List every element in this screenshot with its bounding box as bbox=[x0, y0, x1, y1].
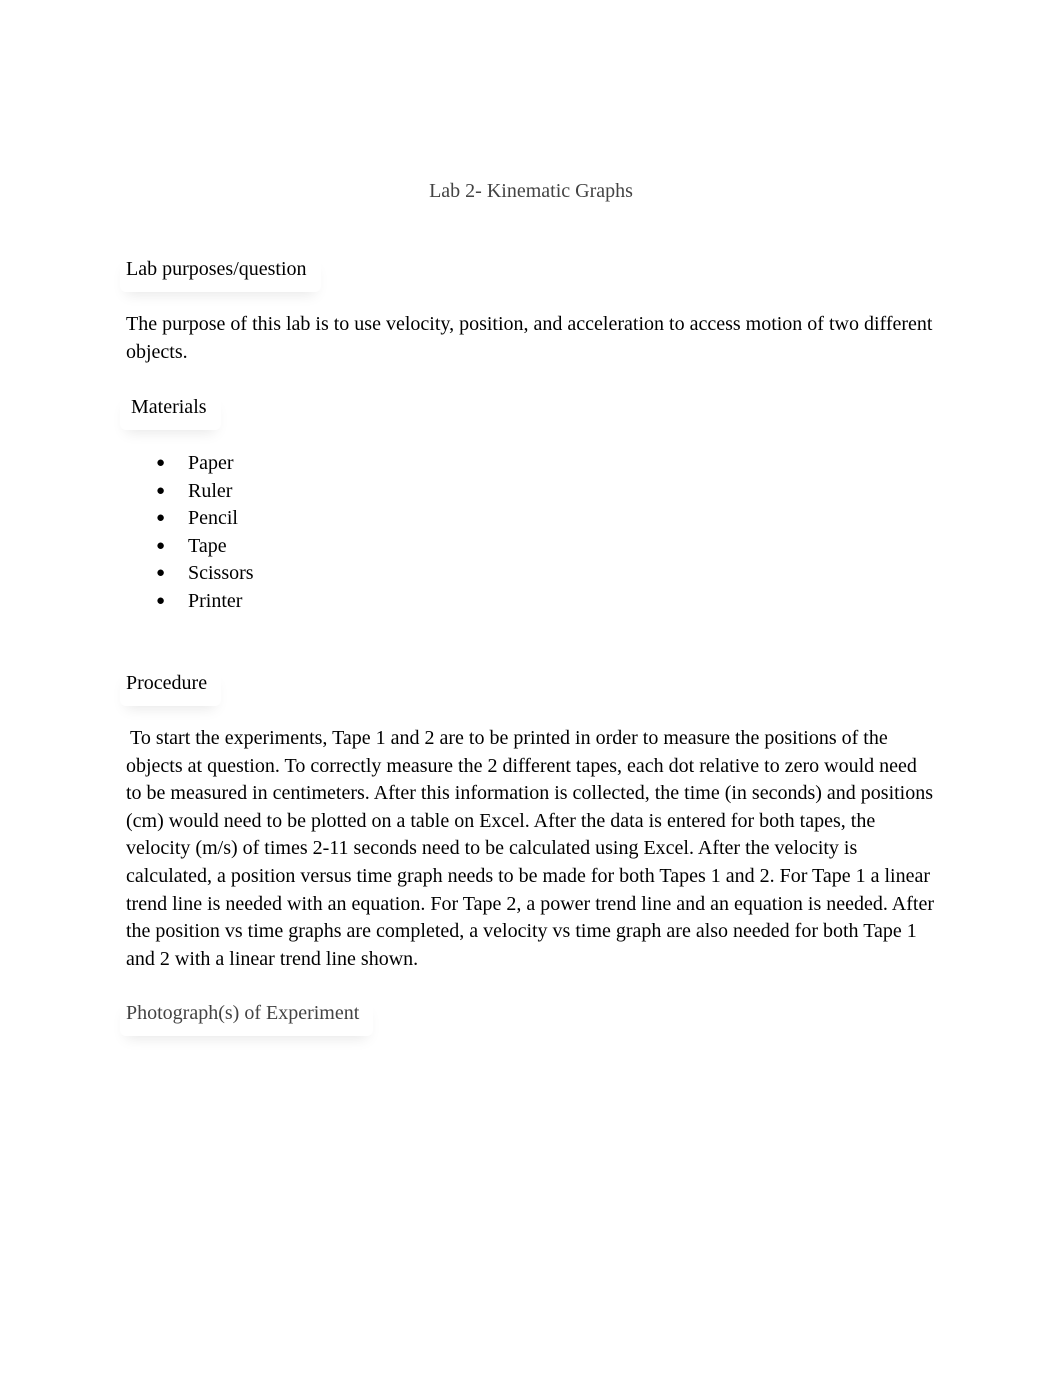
material-label: Printer bbox=[188, 589, 243, 612]
list-item: ● Scissors bbox=[126, 560, 254, 588]
list-item: ● Ruler bbox=[126, 478, 254, 506]
procedure-heading-block: Procedure bbox=[120, 670, 221, 706]
bullet-icon: ● bbox=[156, 510, 166, 526]
list-item: ● Pencil bbox=[126, 505, 254, 533]
purpose-heading: Lab purposes/question bbox=[126, 258, 307, 280]
materials-list: ● Paper ● Ruler ● Pencil ● Tape ● Scissors ● P… bbox=[126, 450, 254, 615]
document-title: Lab 2- Kinematic Graphs bbox=[429, 180, 633, 202]
photographs-heading-block: Photograph(s) of Experiment bbox=[120, 1000, 373, 1036]
bullet-icon: ● bbox=[156, 455, 166, 471]
purpose-paragraph: The purpose of this lab is to use veloci… bbox=[126, 313, 933, 363]
material-label: Paper bbox=[188, 452, 234, 474]
materials-heading: Materials bbox=[131, 396, 207, 418]
material-label: Tape bbox=[188, 534, 227, 557]
procedure-paragraph: To start the experiments, Tape 1 and 2 a… bbox=[126, 727, 934, 970]
bullet-icon: ● bbox=[156, 565, 166, 581]
photographs-heading: Photograph(s) of Experiment bbox=[126, 1002, 360, 1024]
bullet-icon: ● bbox=[156, 592, 166, 609]
procedure-heading: Procedure bbox=[126, 672, 208, 694]
bullet-icon: ● bbox=[156, 537, 166, 554]
list-item: ● Printer bbox=[126, 588, 254, 616]
material-label: Ruler bbox=[188, 479, 233, 502]
bullet-icon: ● bbox=[156, 482, 166, 499]
material-label: Scissors bbox=[188, 562, 254, 584]
material-label: Pencil bbox=[188, 507, 238, 529]
list-item: ● Tape bbox=[126, 533, 254, 561]
purpose-heading-block: Lab purposes/question bbox=[120, 256, 321, 292]
materials-heading-block: Materials bbox=[120, 394, 221, 430]
list-item: ● Paper bbox=[126, 450, 254, 478]
